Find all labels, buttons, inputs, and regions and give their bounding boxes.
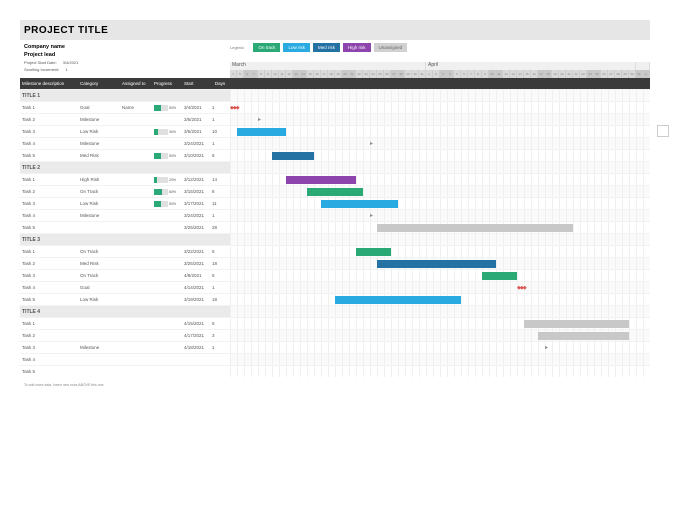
gantt-bar[interactable]: [538, 332, 629, 340]
task-row[interactable]: Task 2On Track60%3/15/20218: [20, 185, 650, 197]
task-row[interactable]: Task 1On Track3/22/20215: [20, 245, 650, 257]
footer-note: To add more data, insert new rows ABOVE …: [20, 383, 650, 388]
legend-unassigned: Unassigned: [374, 43, 408, 52]
task-row[interactable]: Task 24/17/20213: [20, 329, 650, 341]
month-label: March: [230, 62, 426, 70]
task-rows: TITLE 1Task 1GoalName50%3/4/20211Task 2M…: [20, 89, 650, 377]
task-row[interactable]: Task 3Low Risk50%3/17/202111: [20, 197, 650, 209]
gantt-bar[interactable]: [370, 140, 377, 148]
project-title: PROJECT TITLE: [24, 25, 108, 36]
group-row[interactable]: TITLE 3: [20, 233, 650, 245]
column-headers: Milestone description Category Assigned …: [20, 78, 650, 89]
task-row[interactable]: Task 2Med Risk3/25/202118: [20, 257, 650, 269]
gantt-bar[interactable]: [377, 260, 496, 268]
gantt-bar[interactable]: [335, 296, 461, 304]
group-row[interactable]: TITLE 2: [20, 161, 650, 173]
legend-highrisk: High risk: [343, 43, 371, 52]
info-panel: Company name Project lead Project Start …: [20, 40, 230, 78]
col-start: Start: [182, 81, 210, 86]
scroll-label: Scrolling Increment:: [24, 67, 59, 72]
gantt-bar[interactable]: [356, 248, 391, 256]
month-label: April: [426, 62, 636, 70]
task-row[interactable]: Task 14/15/20215: [20, 317, 650, 329]
task-row[interactable]: Task 3On Track4/8/20215: [20, 269, 650, 281]
task-row[interactable]: Task 4Goal4/14/20211: [20, 281, 650, 293]
gantt-bar[interactable]: [482, 272, 517, 280]
task-row[interactable]: Task 5Med Risk50%3/10/20216: [20, 149, 650, 161]
task-row[interactable]: Task 4: [20, 353, 650, 365]
gantt-bar[interactable]: [258, 116, 265, 124]
gantt-bar[interactable]: [524, 320, 629, 328]
task-row[interactable]: Task 3Milestone4/18/20211: [20, 341, 650, 353]
gantt-bar[interactable]: [286, 176, 356, 184]
company-name: Company name: [24, 43, 226, 51]
task-row[interactable]: Task 2Milestone3/5/20211: [20, 113, 650, 125]
col-description: Milestone description: [20, 81, 78, 86]
task-row[interactable]: Task 1GoalName50%3/4/20211: [20, 101, 650, 113]
timeline-header: MarchApril 45678910111213141516171819202…: [230, 62, 650, 78]
scroll-value: 1: [65, 67, 67, 72]
gantt-bar[interactable]: [517, 285, 538, 293]
task-row[interactable]: Task 4Milestone3/24/20211: [20, 209, 650, 221]
group-row[interactable]: TITLE 4: [20, 305, 650, 317]
gantt-bar[interactable]: [321, 200, 398, 208]
col-days: Days: [210, 81, 230, 86]
gantt-bar[interactable]: [545, 344, 552, 352]
spreadsheet-gantt: PROJECT TITLE Company name Project lead …: [20, 20, 650, 490]
legend-medrisk: Med risk: [313, 43, 340, 52]
gantt-bar[interactable]: [370, 212, 377, 220]
gantt-bar[interactable]: [237, 128, 286, 136]
title-band: PROJECT TITLE: [20, 20, 650, 40]
task-row[interactable]: Task 4Milestone3/24/20211: [20, 137, 650, 149]
col-category: Category: [78, 81, 120, 86]
legend-ontrack: On track: [253, 43, 280, 52]
gantt-bar[interactable]: [230, 105, 251, 113]
gantt-bar[interactable]: [307, 188, 363, 196]
task-row[interactable]: Task 5Low Risk3/19/202118: [20, 293, 650, 305]
stray-selection-box: [657, 125, 669, 137]
task-row[interactable]: Task 1High Risk20%3/12/202114: [20, 173, 650, 185]
project-lead: Project lead: [24, 51, 226, 59]
task-row[interactable]: Task 5: [20, 365, 650, 377]
task-row[interactable]: Task 3Low Risk30%3/5/202110: [20, 125, 650, 137]
gantt-bar[interactable]: [377, 224, 573, 232]
month-label: [636, 62, 650, 70]
gantt-bar[interactable]: [272, 152, 314, 160]
group-row[interactable]: TITLE 1: [20, 89, 650, 101]
legend-lowrisk: Low risk: [283, 43, 310, 52]
task-row[interactable]: Task 53/25/202128: [20, 221, 650, 233]
legend: Legend: On track Low risk Med risk High …: [230, 40, 650, 52]
legend-label: Legend:: [230, 45, 244, 50]
col-assigned: Assigned to: [120, 81, 152, 86]
col-progress: Progress: [152, 81, 182, 86]
start-date-value: 3/4/2021: [63, 60, 79, 65]
start-date-label: Project Start Date:: [24, 60, 57, 65]
